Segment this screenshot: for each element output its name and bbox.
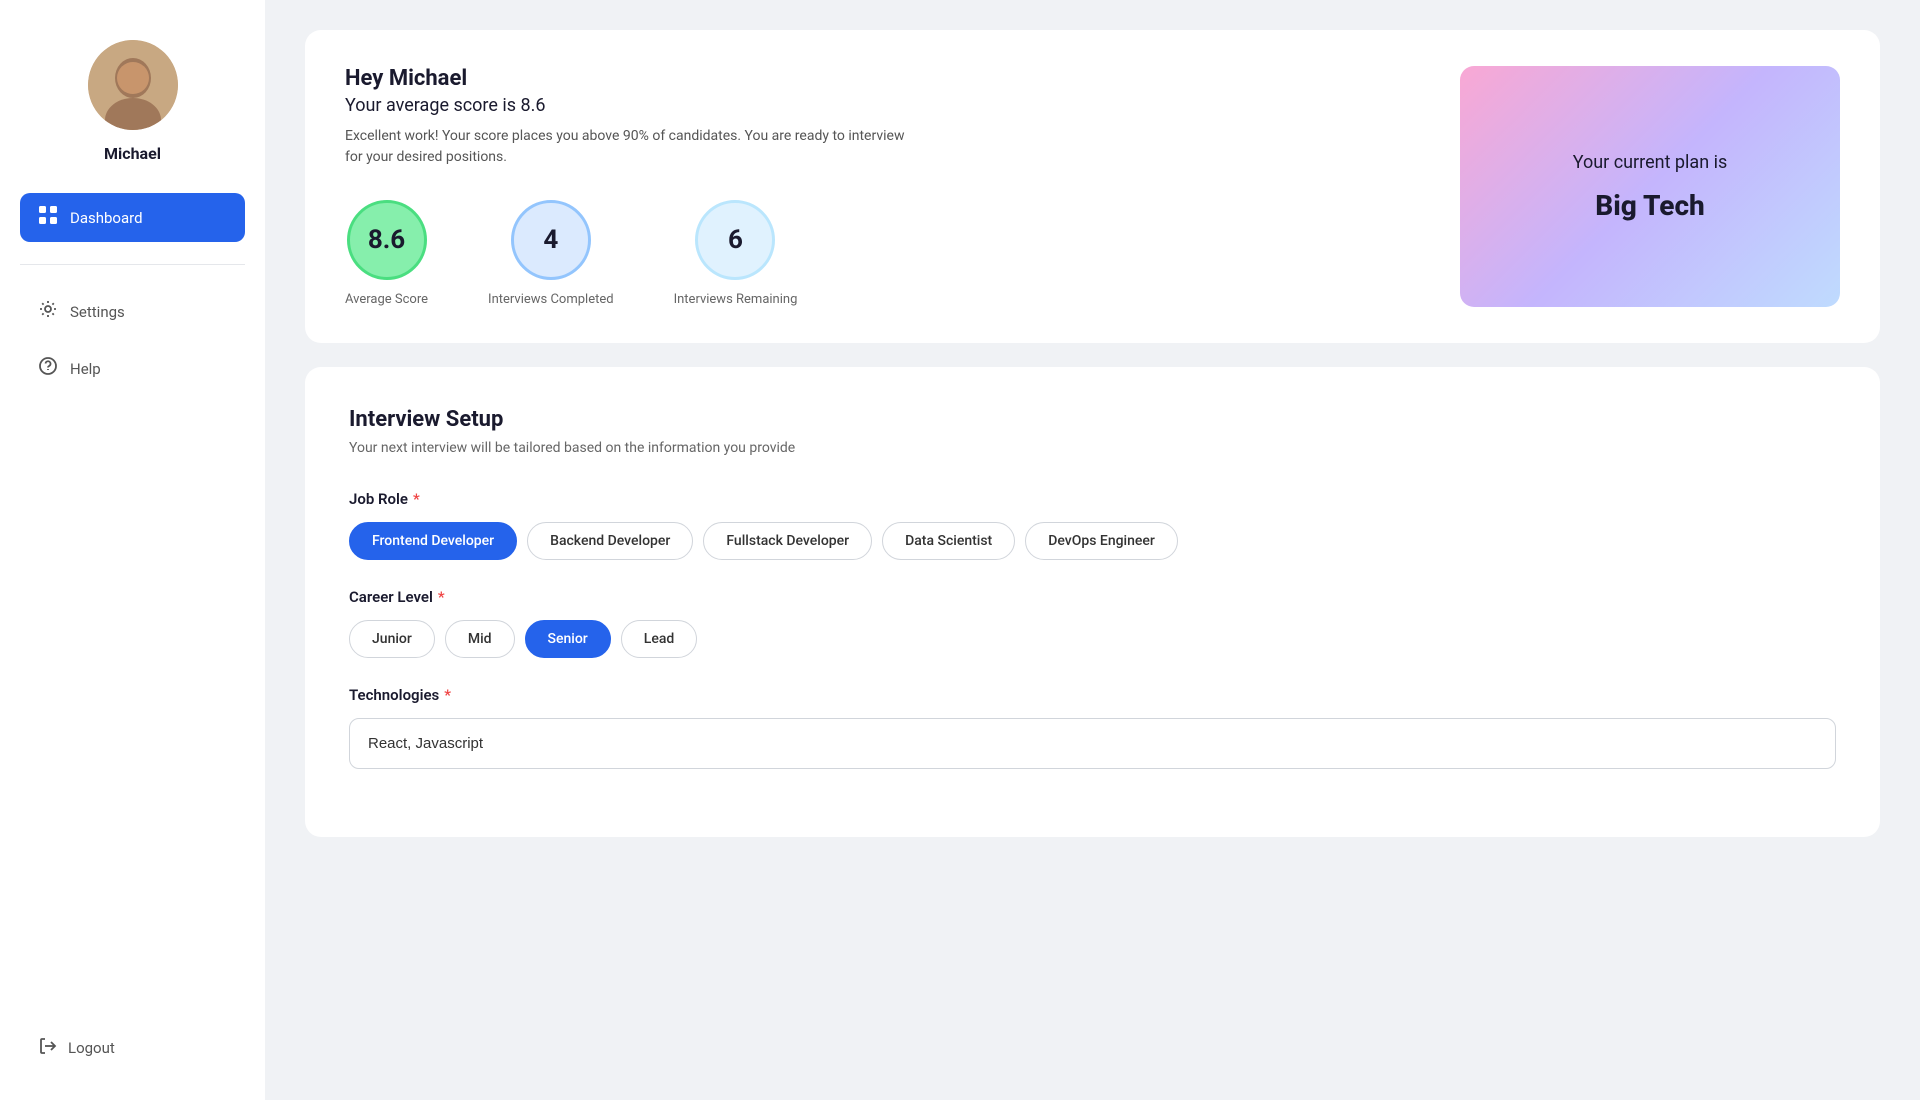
top-card: Hey Michael Your average score is 8.6 Ex…: [305, 30, 1880, 343]
chip-lead[interactable]: Lead: [621, 620, 698, 658]
settings-icon: [38, 299, 58, 324]
setup-subtitle: Your next interview will be tailored bas…: [349, 440, 1836, 456]
logout-label: Logout: [68, 1039, 115, 1057]
job-role-required: *: [413, 490, 420, 508]
chip-senior[interactable]: Senior: [525, 620, 611, 658]
avatar: [88, 40, 178, 130]
stat-interviews-completed: 4 Interviews Completed: [488, 200, 614, 307]
chip-frontend-developer[interactable]: Frontend Developer: [349, 522, 517, 560]
description: Excellent work! Your score places you ab…: [345, 126, 905, 168]
greeting: Hey Michael: [345, 66, 1420, 91]
career-level-label: Career Level *: [349, 588, 1836, 606]
top-card-left: Hey Michael Your average score is 8.6 Ex…: [345, 66, 1420, 307]
chip-fullstack-developer[interactable]: Fullstack Developer: [703, 522, 872, 560]
job-role-chips: Frontend Developer Backend Developer Ful…: [349, 522, 1836, 560]
chip-backend-developer[interactable]: Backend Developer: [527, 522, 693, 560]
technologies-required: *: [444, 686, 451, 704]
user-name: Michael: [104, 144, 161, 163]
technologies-section: Technologies *: [349, 686, 1836, 769]
chip-junior[interactable]: Junior: [349, 620, 435, 658]
chip-data-scientist[interactable]: Data Scientist: [882, 522, 1015, 560]
chip-devops-engineer[interactable]: DevOps Engineer: [1025, 522, 1178, 560]
plan-name: Big Tech: [1595, 189, 1705, 222]
help-icon: [38, 356, 58, 381]
plan-prefix: Your current plan is: [1573, 152, 1728, 173]
sidebar-item-help[interactable]: Help: [20, 344, 245, 393]
logout-icon: [38, 1036, 58, 1060]
interview-setup-card: Interview Setup Your next interview will…: [305, 367, 1880, 837]
career-level-section: Career Level * Junior Mid Senior Lead: [349, 588, 1836, 658]
help-label: Help: [70, 360, 101, 378]
stat-circle-completed: 4: [511, 200, 591, 280]
avg-score-text: Your average score is 8.6: [345, 95, 1420, 116]
stat-avg-score: 8.6 Average Score: [345, 200, 428, 307]
job-role-label: Job Role *: [349, 490, 1836, 508]
chip-mid[interactable]: Mid: [445, 620, 515, 658]
stats-row: 8.6 Average Score 4 Interviews Completed…: [345, 200, 1420, 307]
job-role-section: Job Role * Frontend Developer Backend De…: [349, 490, 1836, 560]
dashboard-icon: [38, 205, 58, 230]
stat-circle-remaining: 6: [695, 200, 775, 280]
nav-menu: Dashboard Settings Help: [20, 193, 245, 393]
settings-label: Settings: [70, 303, 125, 321]
career-level-chips: Junior Mid Senior Lead: [349, 620, 1836, 658]
dashboard-label: Dashboard: [70, 209, 143, 227]
technologies-input[interactable]: [349, 718, 1836, 769]
stat-label-avg-score: Average Score: [345, 292, 428, 307]
stat-label-remaining: Interviews Remaining: [674, 292, 798, 307]
stat-interviews-remaining: 6 Interviews Remaining: [674, 200, 798, 307]
logout-button[interactable]: Logout: [20, 1026, 245, 1070]
sidebar: Michael Dashboard Sett: [0, 0, 265, 1100]
career-level-required: *: [438, 588, 445, 606]
main-content: Hey Michael Your average score is 8.6 Ex…: [265, 0, 1920, 1100]
stat-circle-avg-score: 8.6: [347, 200, 427, 280]
technologies-label: Technologies *: [349, 686, 1836, 704]
nav-divider: [20, 264, 245, 265]
stat-label-completed: Interviews Completed: [488, 292, 614, 307]
sidebar-item-settings[interactable]: Settings: [20, 287, 245, 336]
sidebar-item-dashboard[interactable]: Dashboard: [20, 193, 245, 242]
plan-card: Your current plan is Big Tech: [1460, 66, 1840, 307]
setup-title: Interview Setup: [349, 407, 1836, 432]
